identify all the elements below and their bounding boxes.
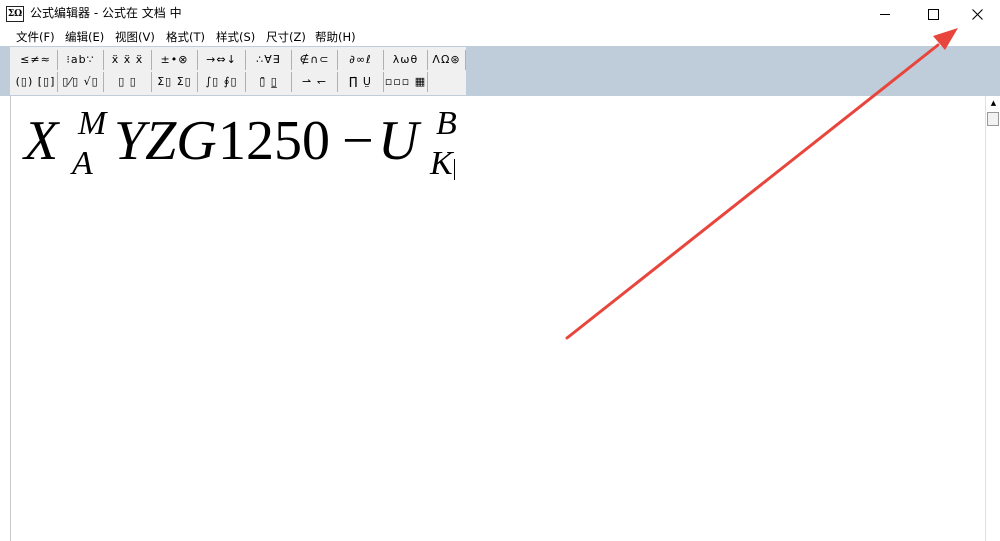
menu-size[interactable]: 尺寸(Z) — [266, 30, 306, 44]
scroll-up-arrow-icon[interactable]: ▲ — [986, 96, 1000, 110]
integrals-palette-button[interactable]: ∫▯ ∮▯ — [198, 72, 246, 92]
misc-symbols-palette-button[interactable]: ∂∞ℓ — [338, 50, 384, 70]
text-caret — [454, 159, 455, 180]
operators-palette-button[interactable]: ±•⊗ — [152, 50, 198, 70]
relations-palette-button[interactable]: ≤≠≈ — [14, 50, 58, 70]
window-title: 公式编辑器 - 公式在 文档 中 — [30, 6, 182, 20]
products-palette-button[interactable]: ∏̇ Ṳ — [338, 72, 384, 92]
maximize-button[interactable] — [910, 0, 956, 28]
equation-subscript-a: A — [72, 145, 93, 182]
minimize-button[interactable] — [862, 0, 908, 28]
vertical-scrollbar[interactable]: ▲ — [985, 96, 1000, 541]
scripts-palette-button[interactable]: ▯ ▯ — [104, 72, 152, 92]
menu-bar: 文件(F) 编辑(E) 视图(V) 格式(T) 样式(S) 尺寸(Z) 帮助(H… — [0, 28, 1000, 46]
equation-base-x: X — [24, 110, 59, 172]
equation-body-yzg: YZG — [114, 110, 217, 172]
equation-number: 1250 — [218, 110, 330, 172]
embellishments-palette-button[interactable]: ẍ ẍ ẍ — [104, 50, 152, 70]
equation-editor-app-icon: ΣΩ — [6, 6, 24, 22]
menu-view[interactable]: 视图(V) — [115, 30, 155, 44]
matrices-palette-button[interactable]: ▫▫▫ ▦ — [384, 72, 428, 92]
menu-file[interactable]: 文件(F) — [16, 30, 55, 44]
summation-palette-button[interactable]: Σ▯ Σ▯ — [152, 72, 198, 92]
equation[interactable]: X M A YZG 1250 − U B K — [22, 105, 467, 185]
labeled-arrows-palette-button[interactable]: ⇀ ↽ — [292, 72, 338, 92]
title-bar: ΣΩ 公式编辑器 - 公式在 文档 中 — [0, 0, 1000, 28]
bars-palette-button[interactable]: ▯̄ ▯̲ — [246, 72, 292, 92]
fences-palette-button[interactable]: (▯) [▯] — [14, 72, 58, 92]
arrows-palette-button[interactable]: →⇔↓ — [198, 50, 246, 70]
equation-base-u: U — [378, 110, 419, 172]
toolbar-symbols-row: ≤≠≈ ⁝ab∵ ẍ ẍ ẍ ±•⊗ →⇔↓ ∴∀∃ ∉∩⊂ ∂∞ℓ λωθ Λ… — [10, 50, 466, 72]
greek-uppercase-palette-button[interactable]: ΛΩ⊛ — [428, 50, 466, 70]
symbol-toolbar: ≤≠≈ ⁝ab∵ ẍ ẍ ẍ ±•⊗ →⇔↓ ∴∀∃ ∉∩⊂ ∂∞ℓ λωθ Λ… — [10, 47, 466, 95]
close-button[interactable] — [954, 0, 1000, 28]
logic-palette-button[interactable]: ∴∀∃ — [246, 50, 292, 70]
menu-edit[interactable]: 编辑(E) — [65, 30, 104, 44]
close-icon — [971, 8, 983, 20]
greek-lowercase-palette-button[interactable]: λωθ — [384, 50, 428, 70]
fractions-radicals-palette-button[interactable]: ▯⁄▯ √▯ — [58, 72, 104, 92]
equation-minus-sign: − — [342, 110, 374, 172]
equation-superscript-b: B — [436, 105, 457, 142]
minimize-icon — [880, 13, 890, 15]
menu-format[interactable]: 格式(T) — [166, 30, 205, 44]
toolbar-templates-row: (▯) [▯] ▯⁄▯ √▯ ▯ ▯ Σ▯ Σ▯ ∫▯ ∮▯ ▯̄ ▯̲ ⇀ ↽… — [10, 72, 466, 94]
equation-subscript-k: K — [430, 145, 453, 182]
menu-style[interactable]: 样式(S) — [216, 30, 255, 44]
equation-superscript-m: M — [78, 105, 107, 142]
set-theory-palette-button[interactable]: ∉∩⊂ — [292, 50, 338, 70]
menu-help[interactable]: 帮助(H) — [315, 30, 356, 44]
maximize-icon — [927, 8, 939, 20]
spaces-palette-button[interactable]: ⁝ab∵ — [58, 50, 104, 70]
scrollbar-thumb[interactable] — [987, 112, 999, 126]
